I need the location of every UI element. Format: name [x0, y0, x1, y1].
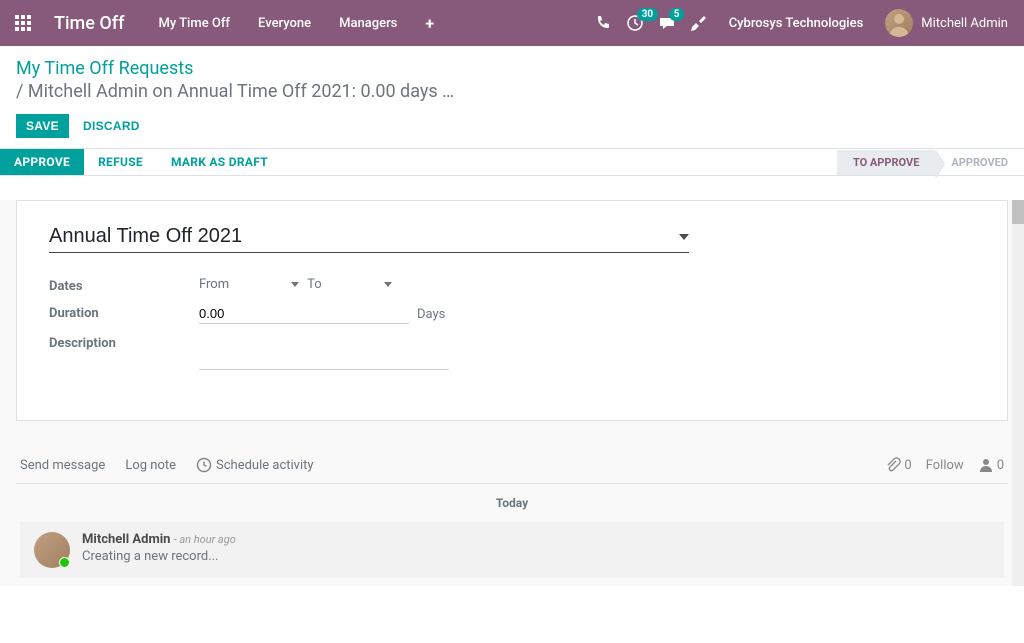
- description-label: Description: [49, 334, 199, 351]
- message-author[interactable]: Mitchell Admin: [82, 532, 170, 547]
- systray: 30 5 Cybrosys Technologies Mitchell Admi…: [587, 0, 1016, 46]
- chevron-down-icon: [384, 282, 392, 287]
- from-label: From: [199, 277, 229, 292]
- form-sheet: Dates From To Duration Days Description: [16, 200, 1008, 421]
- activity-icon[interactable]: 30: [619, 0, 651, 46]
- date-separator: Today: [16, 484, 1008, 522]
- status-bar: Approve Refuse Mark as Draft To Approve …: [0, 148, 1024, 176]
- main-menu: My Time Off Everyone Managers +: [144, 0, 448, 46]
- timeoff-type-input[interactable]: [49, 225, 679, 248]
- send-message-button[interactable]: Send message: [20, 458, 117, 473]
- breadcrumb-level1[interactable]: My Time Off Requests: [16, 58, 1008, 79]
- schedule-activity-label: Schedule activity: [216, 458, 314, 473]
- status-to-approve[interactable]: To Approve: [837, 150, 935, 175]
- app-brand[interactable]: Time Off: [46, 13, 144, 34]
- discard-button[interactable]: Discard: [73, 114, 150, 138]
- dates-label: Dates: [49, 277, 199, 294]
- mark-draft-button[interactable]: Mark as Draft: [157, 149, 282, 175]
- avatar: [34, 532, 70, 568]
- messaging-icon[interactable]: 5: [651, 0, 683, 46]
- menu-my-time-off[interactable]: My Time Off: [144, 0, 244, 46]
- chevron-down-icon[interactable]: [679, 234, 689, 240]
- log-note-button[interactable]: Log note: [125, 458, 188, 473]
- days-label: Days: [417, 307, 445, 322]
- user-name-label: Mitchell Admin: [921, 16, 1008, 31]
- duration-label: Duration: [49, 304, 199, 321]
- phone-icon[interactable]: [587, 0, 619, 46]
- chatter: Send message Log note Schedule activity …: [8, 445, 1016, 586]
- message-body: Creating a new record...: [82, 549, 236, 564]
- menu-managers[interactable]: Managers: [325, 0, 411, 46]
- user-menu[interactable]: Mitchell Admin: [877, 9, 1016, 37]
- schedule-activity-button[interactable]: Schedule activity: [196, 457, 326, 473]
- approve-button[interactable]: Approve: [0, 149, 84, 175]
- message-time: - an hour ago: [174, 533, 236, 546]
- save-button[interactable]: Save: [16, 114, 69, 138]
- form-area: Dates From To Duration Days Description: [0, 200, 1024, 586]
- clock-icon: [196, 457, 212, 473]
- to-label: To: [307, 277, 322, 292]
- attachment-count[interactable]: 0: [885, 457, 911, 473]
- control-panel: My Time Off Requests / Mitchell Admin on…: [0, 46, 1024, 138]
- message-item: Mitchell Admin - an hour ago Creating a …: [20, 522, 1004, 578]
- description-input[interactable]: [199, 338, 449, 370]
- date-from-input[interactable]: [237, 282, 299, 288]
- breadcrumb-level2: / Mitchell Admin on Annual Time Off 2021…: [16, 81, 1008, 102]
- refuse-button[interactable]: Refuse: [84, 149, 157, 175]
- apps-icon[interactable]: [0, 0, 46, 46]
- follow-button[interactable]: Follow: [926, 458, 964, 473]
- scrollbar[interactable]: [1012, 200, 1024, 586]
- avatar: [885, 9, 913, 37]
- paperclip-icon: [885, 457, 901, 473]
- tools-icon[interactable]: [683, 0, 715, 46]
- menu-everyone[interactable]: Everyone: [244, 0, 325, 46]
- chevron-down-icon: [291, 282, 299, 287]
- top-navbar: Time Off My Time Off Everyone Managers +…: [0, 0, 1024, 46]
- person-icon: [978, 457, 994, 473]
- status-approved[interactable]: Approved: [935, 150, 1024, 175]
- follower-count[interactable]: 0: [978, 457, 1004, 473]
- menu-add-icon[interactable]: +: [411, 0, 448, 46]
- date-to-input[interactable]: [330, 282, 392, 288]
- duration-input[interactable]: [199, 304, 409, 324]
- company-switcher[interactable]: Cybrosys Technologies: [715, 16, 878, 31]
